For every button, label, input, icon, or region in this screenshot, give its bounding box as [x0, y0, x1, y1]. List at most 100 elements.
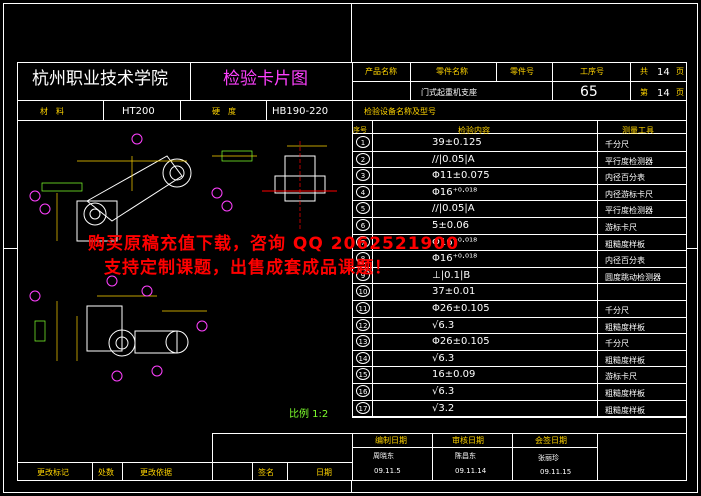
- row-tool: 粗糙度样板: [605, 239, 645, 249]
- row-tool: 平行度检测器: [605, 156, 653, 166]
- hardness-value: HB190-220: [272, 106, 329, 117]
- header-divider: [190, 62, 191, 100]
- footer-divider: [92, 462, 93, 481]
- table-row-line: [352, 283, 687, 285]
- footer-line: [212, 433, 687, 434]
- row-number: 12: [356, 318, 370, 331]
- design-date: 09.11.5: [374, 467, 401, 475]
- row-tool: 千分尺: [605, 140, 629, 149]
- row-content: //|0.05|A: [432, 203, 475, 215]
- table-divider: [597, 120, 598, 417]
- material-label: 材 料: [40, 107, 64, 116]
- approve-date: 09.11.15: [540, 468, 572, 476]
- current-unit: 页: [676, 88, 684, 97]
- row-content: Φ26±0.105: [432, 303, 490, 314]
- part-no-label: 零件号: [510, 67, 534, 76]
- watermark-line-1: 购买原稿充值下载，咨询 QQ 2062521900: [88, 234, 460, 254]
- row-content: √3.2: [432, 402, 455, 414]
- footer-divider: [252, 462, 253, 481]
- total-unit: 页: [676, 67, 684, 76]
- footer-line: [17, 462, 352, 463]
- footer-divider: [287, 462, 288, 481]
- table-row-line: [352, 200, 687, 202]
- footer-divider: [597, 433, 598, 481]
- row-tool: 内径百分表: [605, 173, 645, 183]
- content-header: 检验内容: [458, 126, 490, 135]
- row-tool: 粗糙度样板: [605, 389, 645, 398]
- row-tool: 千分尺: [605, 306, 629, 315]
- row-number: 11: [356, 302, 370, 314]
- current-value: 14: [657, 88, 670, 99]
- row-tool: 圆度跳动检测器: [605, 272, 661, 282]
- row-content: √6.3: [432, 352, 455, 364]
- total-value: 14: [657, 67, 670, 78]
- school-name: 杭州职业技术学院: [32, 69, 168, 89]
- row-content: 16±0.09: [432, 369, 476, 381]
- total-label: 共: [640, 67, 648, 76]
- header-divider: [630, 62, 631, 100]
- table-row-line: [352, 366, 687, 368]
- row-number: 17: [356, 401, 370, 414]
- footer-divider: [512, 433, 513, 481]
- table-row-line: [352, 333, 687, 335]
- table-row-line: [352, 383, 687, 384]
- part-name-value: 门式起重机支座: [421, 88, 477, 97]
- review-date: 09.11.14: [455, 467, 487, 475]
- row-tool: 千分尺: [605, 339, 629, 349]
- row-content: √6.3: [432, 386, 455, 397]
- row-tool: 游标卡尺: [605, 223, 637, 232]
- header-divider: [180, 100, 181, 120]
- product-name-label: 产品名称: [365, 67, 397, 76]
- table-row-line: [352, 150, 687, 152]
- row-number: 14: [356, 351, 370, 364]
- watermark-line-2: 支持定制课题，出售成套成品课题！: [104, 258, 392, 278]
- row-content: ⊥|0.1|B: [432, 269, 471, 281]
- table-row-line: [352, 217, 687, 218]
- row-content: √6.3: [432, 319, 455, 331]
- frame-tick: [687, 248, 698, 249]
- reviewer: 陈昌东: [455, 452, 476, 460]
- hardness-label: 硬 度: [212, 107, 236, 116]
- table-row-line: [352, 266, 687, 268]
- row-tool: 粗糙度样板: [605, 355, 645, 365]
- sign-label: 签名: [258, 468, 274, 477]
- header-divider: [103, 100, 104, 120]
- designer: 周晓东: [373, 452, 394, 460]
- header-line: [352, 81, 687, 82]
- process-no-label: 工序号: [580, 67, 604, 76]
- material-value: HT200: [122, 106, 155, 117]
- header-divider: [266, 100, 267, 120]
- row-tool: 游标卡尺: [605, 372, 637, 382]
- row-tool: 平行度检测器: [605, 206, 653, 216]
- table-row-line: [352, 349, 687, 351]
- row-tool: 粗糙度样板: [605, 405, 645, 415]
- header-divider: [496, 62, 497, 81]
- equipment-label: 检验设备名称及型号: [364, 107, 436, 116]
- row-content: Φ26±0.105: [432, 336, 490, 348]
- frame-tick: [3, 248, 17, 249]
- change-basis-label: 更改依据: [140, 468, 172, 477]
- card-title: 检验卡片图: [223, 69, 308, 89]
- scale-label: 比例 1:2: [289, 409, 329, 420]
- row-number: 4: [356, 185, 370, 198]
- approve-date-label: 会签日期: [535, 436, 567, 445]
- frame-tick: [351, 3, 352, 62]
- table-line: [352, 417, 687, 418]
- row-content: 39±0.125: [432, 137, 482, 148]
- date-label: 日期: [316, 468, 332, 477]
- design-date-label: 编制日期: [375, 436, 407, 445]
- count-label: 处数: [98, 468, 114, 477]
- row-content: 37±0.01: [432, 286, 476, 298]
- table-row-line: [352, 399, 687, 401]
- review-date-label: 审核日期: [452, 436, 484, 445]
- change-mark-label: 更改标记: [37, 468, 69, 477]
- table-row-line: [352, 316, 687, 318]
- footer-divider: [432, 433, 433, 481]
- row-number: 2: [356, 152, 370, 165]
- tool-header: 测量工具: [622, 126, 654, 135]
- row-tool: 粗糙度样板: [605, 322, 645, 332]
- header-divider: [410, 62, 411, 100]
- table-row-line: [352, 167, 687, 169]
- footer-divider: [352, 433, 353, 481]
- footer-divider: [212, 433, 213, 481]
